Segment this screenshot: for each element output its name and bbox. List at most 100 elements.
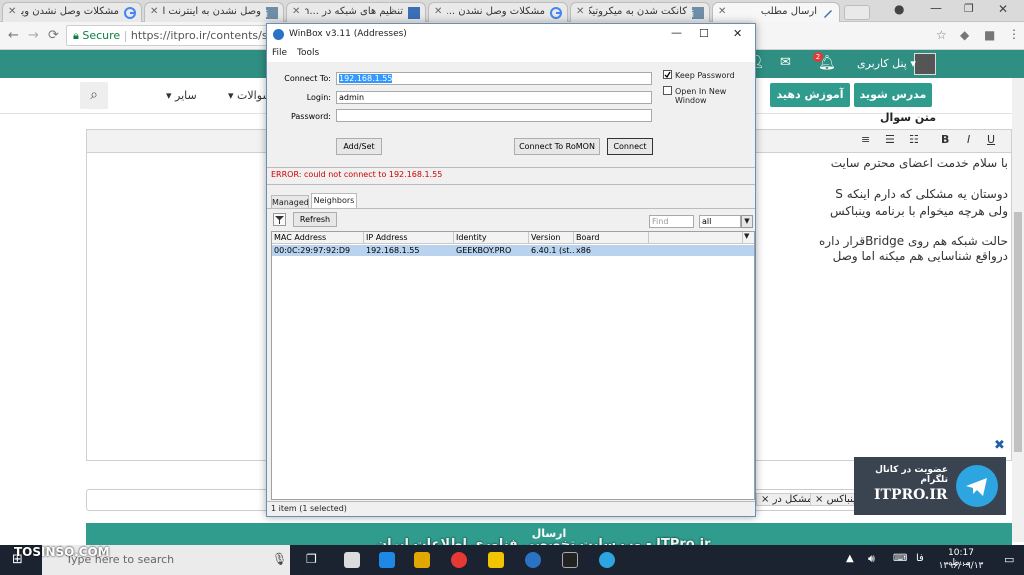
- page-scrollbar[interactable]: [1012, 78, 1024, 542]
- clock-date[interactable]: ۱۳۹۶/۰۹/۱۳: [938, 561, 984, 571]
- restore-icon[interactable]: ❐: [964, 2, 974, 15]
- close-icon[interactable]: ✕: [576, 6, 584, 17]
- scrollbar-thumb[interactable]: [1014, 212, 1022, 452]
- add-set-button[interactable]: Add/Set: [336, 138, 382, 155]
- winbox-title: WinBox v3.11 (Addresses): [289, 29, 407, 39]
- cell-mac: 00:0C:29:97:92:D9: [274, 246, 351, 255]
- task-view-icon[interactable]: ❐: [306, 552, 317, 566]
- puzzle-icon: [408, 7, 420, 19]
- reload-icon[interactable]: ⟳: [48, 28, 59, 43]
- browser-tab[interactable]: مشکلات وصل نشدن ...box ✕: [428, 2, 568, 22]
- back-icon[interactable]: ←: [8, 28, 19, 43]
- browser-tab[interactable]: i وصل نشدن به اینترنت از ✕: [144, 2, 284, 22]
- app-icon[interactable]: [488, 552, 504, 568]
- volume-icon[interactable]: 🔊︎: [868, 552, 875, 566]
- winbox-window: WinBox v3.11 (Addresses) — ☐ ✕ File Tool…: [266, 23, 756, 517]
- maximize-icon[interactable]: ☐: [699, 27, 709, 40]
- open-new-window-label: Open In New Window: [675, 87, 727, 105]
- new-tab-button[interactable]: [844, 5, 870, 20]
- star-icon[interactable]: ☆: [936, 28, 947, 42]
- app-icon[interactable]: [379, 552, 395, 568]
- mail-icon[interactable]: ✉: [780, 55, 791, 70]
- col-mac[interactable]: MAC Address: [272, 232, 364, 244]
- tab-neighbors[interactable]: Neighbors: [311, 193, 357, 208]
- teach-button[interactable]: آموزش دهید ▣: [770, 83, 850, 125]
- filter-select[interactable]: all: [699, 215, 741, 228]
- divider: [267, 184, 755, 185]
- connect-to-input[interactable]: 192.168.1.55: [336, 72, 652, 85]
- minimize-icon[interactable]: —: [930, 1, 942, 15]
- browser-tab-active[interactable]: ارسال مطلب ✕: [712, 2, 840, 22]
- col-extra: [649, 232, 743, 244]
- menu-file[interactable]: File: [272, 48, 287, 58]
- search-button[interactable]: ⌕: [80, 82, 108, 109]
- profile-icon[interactable]: ●: [894, 2, 904, 16]
- bold-icon[interactable]: B: [941, 133, 949, 146]
- extension-icon[interactable]: ◆: [960, 28, 969, 42]
- connect-to-value: 192.168.1.55: [339, 74, 393, 83]
- connect-button[interactable]: Connect: [607, 138, 653, 155]
- close-window-icon[interactable]: ✕: [998, 2, 1008, 16]
- close-icon[interactable]: ✖: [994, 438, 1005, 453]
- tag-chip[interactable]: مشکل در ×: [756, 493, 818, 506]
- minimize-icon[interactable]: —: [671, 26, 682, 39]
- user-panel-link[interactable]: ▾ پنل کاربری: [857, 57, 916, 70]
- refresh-button[interactable]: Refresh: [293, 212, 337, 227]
- list-icon[interactable]: ☰: [885, 133, 895, 146]
- telegram-brand: ITPRO.IR: [874, 487, 948, 503]
- menu-tools[interactable]: Tools: [297, 48, 319, 58]
- microphone-icon[interactable]: 🎙︎: [272, 552, 287, 566]
- column-menu-arrow[interactable]: ▼: [744, 232, 749, 240]
- filter-dropdown-arrow[interactable]: ▼: [741, 215, 753, 228]
- col-board[interactable]: Board: [574, 232, 649, 244]
- nav-other[interactable]: سایر ▾: [166, 89, 197, 102]
- network-icon[interactable]: ▲: [846, 553, 854, 564]
- browser-tab-title: تنظیم های شبکه در ...ion: [305, 6, 403, 17]
- close-icon[interactable]: ✕: [292, 6, 300, 17]
- connect-to-label: Connect To:: [284, 74, 331, 83]
- app-icon[interactable]: [344, 552, 360, 568]
- align-icon[interactable]: ≡: [861, 133, 870, 146]
- terminal-icon[interactable]: [562, 552, 578, 568]
- close-icon[interactable]: ✕: [150, 6, 158, 17]
- connect-romon-button[interactable]: Connect To RoMON: [514, 138, 600, 155]
- menu-icon[interactable]: ⋮: [1008, 27, 1020, 41]
- find-input[interactable]: Find: [649, 215, 694, 228]
- col-version[interactable]: Version: [529, 232, 574, 244]
- extension-icon[interactable]: ■: [984, 28, 995, 42]
- winbox-taskbar-icon[interactable]: [525, 552, 541, 568]
- close-icon[interactable]: ✕: [733, 27, 742, 40]
- editor-line: با سلام خدمت اعضای محترم سایت: [830, 156, 1008, 170]
- browser-tab[interactable]: i کانکت شدن به میکروتیک ✕: [570, 2, 710, 22]
- language-indicator[interactable]: فا: [916, 553, 924, 564]
- omnibox[interactable]: 🔒︎ Secure | https://itpro.ir/contents/su…: [66, 25, 270, 46]
- browser-tab[interactable]: مشکلات وصل نشدن وین ✕: [2, 2, 142, 22]
- user-panel-label: پنل کاربری: [857, 57, 907, 70]
- avatar[interactable]: [914, 53, 936, 75]
- corner-watermark: TOSINSO.COM: [14, 545, 110, 559]
- browser-tab[interactable]: تنظیم های شبکه در ...ion ✕: [286, 2, 426, 22]
- close-icon[interactable]: ✕: [434, 6, 442, 17]
- tab-managed[interactable]: Managed: [271, 195, 309, 208]
- password-input[interactable]: [336, 109, 652, 122]
- close-icon[interactable]: ✕: [8, 6, 16, 17]
- list-numbered-icon[interactable]: ☷: [909, 133, 919, 146]
- forward-icon[interactable]: →: [28, 28, 39, 43]
- login-input[interactable]: admin: [336, 91, 652, 104]
- become-teacher-button[interactable]: مدرس شوید ▣: [854, 83, 932, 125]
- col-identity[interactable]: Identity: [454, 232, 529, 244]
- chrome-icon[interactable]: [451, 552, 467, 568]
- notification-icon[interactable]: ▭: [1004, 553, 1014, 566]
- filter-button[interactable]: [273, 213, 286, 226]
- telegram-box[interactable]: عضویت در کانال تلگرام ITPRO.IR: [854, 457, 1006, 515]
- close-icon[interactable]: ✕: [718, 6, 726, 17]
- italic-icon[interactable]: I: [967, 133, 970, 146]
- keyboard-icon[interactable]: ⌨: [893, 553, 907, 564]
- folder-icon[interactable]: [414, 552, 430, 568]
- col-ip[interactable]: IP Address: [364, 232, 454, 244]
- keep-password-checkbox[interactable]: [663, 70, 672, 79]
- open-new-window-checkbox[interactable]: [663, 86, 672, 95]
- table-row[interactable]: 00:0C:29:97:92:D9 192.168.1.55 GEEKBOY.P…: [272, 245, 754, 256]
- underline-icon[interactable]: U: [987, 133, 995, 146]
- telegram-taskbar-icon[interactable]: [599, 552, 615, 568]
